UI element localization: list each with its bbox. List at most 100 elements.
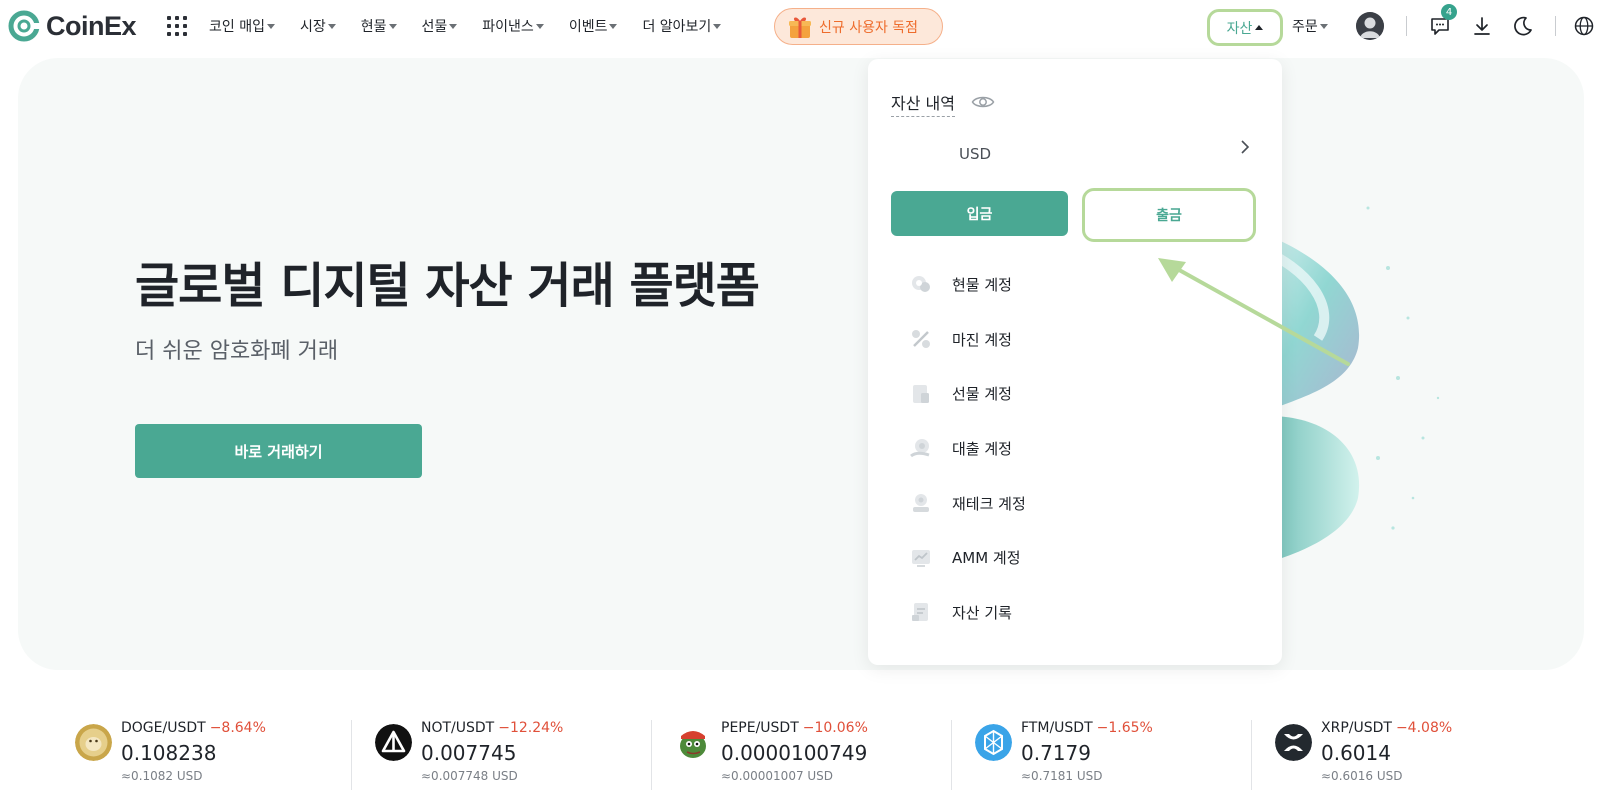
- eye-visibility-icon[interactable]: [971, 93, 995, 111]
- ticker-change: −1.65%: [1096, 720, 1153, 736]
- notification-badge: 4: [1441, 4, 1457, 20]
- nav-item-label: 시장: [299, 19, 326, 35]
- nav-item-more[interactable]: 더 알아보기: [642, 16, 722, 36]
- menu-item-loan-account[interactable]: 대출 계정: [891, 421, 1251, 476]
- ticker-price: 0.0000100749: [721, 741, 868, 765]
- ticker-pair-name: DOGE/USDT: [121, 720, 206, 736]
- ticker-change: −10.06%: [802, 720, 868, 736]
- annotation-arrow-icon: [1158, 258, 1350, 366]
- user-avatar[interactable]: [1356, 12, 1384, 40]
- divider: [1555, 16, 1556, 36]
- ticker-usd-value: ≈0.00001007 USD: [721, 769, 834, 783]
- xrp-icon: [1275, 724, 1312, 761]
- menu-item-futures-account[interactable]: 선물 계정: [891, 366, 1251, 421]
- download-icon[interactable]: [1470, 14, 1494, 38]
- ticker-usd-value: ≈0.1082 USD: [121, 769, 203, 783]
- menu-item-asset-history[interactable]: 자산 기록: [891, 585, 1251, 640]
- pepe-icon: [680, 731, 706, 758]
- main-nav: 코인 매입 시장 현물 선물 파이낸스 이벤트 더 알아보기: [209, 16, 746, 36]
- ftm-icon: [975, 724, 1012, 761]
- caret-down-icon: [609, 23, 618, 29]
- amm-account-icon: [912, 549, 930, 567]
- ticker-price: 0.007745: [421, 741, 517, 765]
- deposit-button[interactable]: 입금: [891, 191, 1068, 236]
- apps-grid-icon[interactable]: [167, 16, 187, 36]
- nav-item-buy-crypto[interactable]: 코인 매입: [209, 16, 275, 36]
- ticker-xrp[interactable]: XRP/USDT −4.08% 0.6014 ≈0.6016 USD: [1275, 700, 1565, 790]
- ticker-change: −4.08%: [1395, 720, 1453, 736]
- hero-subtitle: 더 쉬운 암호화폐 거래: [135, 339, 339, 364]
- assets-menu-button[interactable]: 자산: [1207, 9, 1283, 46]
- orders-label: 주문: [1292, 19, 1318, 35]
- ticker-doge[interactable]: DOGE/USDT −8.64% 0.108238 ≈0.1082 USD: [75, 700, 365, 790]
- nav-item-label: 코인 매입: [209, 19, 265, 35]
- brand-name: CoinEx: [46, 10, 137, 41]
- caret-down-icon: [1319, 23, 1328, 29]
- ticker-ftm[interactable]: FTM/USDT −1.65% 0.7179 ≈0.7181 USD: [975, 700, 1265, 790]
- divider: [651, 720, 652, 790]
- caret-down-icon: [388, 23, 397, 29]
- coinex-logo[interactable]: CoinEx: [8, 10, 137, 42]
- ticker-pair: DOGE/USDT −8.64%: [121, 720, 266, 736]
- ticker-pair: NOT/USDT −12.24%: [421, 720, 563, 736]
- ticker-pepe[interactable]: PEPE/USDT −10.06% 0.0000100749 ≈0.0000100…: [675, 700, 965, 790]
- menu-item-label: 마진 계정: [952, 330, 1012, 349]
- withdraw-button[interactable]: 출금: [1082, 188, 1256, 242]
- nav-item-finance[interactable]: 파이낸스: [482, 16, 544, 36]
- menu-item-finance-account[interactable]: 재테크 계정: [891, 476, 1251, 531]
- nav-item-label: 선물: [421, 19, 448, 35]
- caret-down-icon: [266, 23, 275, 29]
- orders-menu-button[interactable]: 주문: [1292, 16, 1328, 36]
- ticker-pair: PEPE/USDT −10.06%: [721, 720, 868, 736]
- futures-account-icon: [913, 384, 929, 403]
- withdraw-label: 출금: [1156, 208, 1182, 224]
- ticker-price: 0.108238: [121, 741, 217, 765]
- menu-item-label: AMM 계정: [952, 549, 1021, 568]
- ticker-change: −12.24%: [498, 720, 564, 736]
- promo-label: 신규 사용자 독점: [819, 19, 919, 36]
- margin-account-icon: [912, 330, 930, 349]
- language-globe-icon[interactable]: [1572, 14, 1596, 38]
- ticker-not[interactable]: NOT/USDT −12.24% 0.007745 ≈0.007748 USD: [375, 700, 665, 790]
- top-navigation: CoinEx 코인 매입 시장 현물 선물 파이낸스 이벤트 더 알아보기 신규…: [0, 0, 1600, 52]
- ticker-price: 0.7179: [1021, 741, 1091, 765]
- divider: [351, 720, 352, 790]
- menu-item-label: 재테크 계정: [952, 494, 1026, 513]
- menu-item-label: 선물 계정: [952, 385, 1012, 404]
- menu-item-amm-account[interactable]: AMM 계정: [891, 530, 1251, 585]
- caret-down-icon: [713, 23, 722, 29]
- ticker-usd-value: ≈0.6016 USD: [1321, 769, 1403, 783]
- nav-item-markets[interactable]: 시장: [300, 16, 336, 36]
- nav-item-label: 더 알아보기: [642, 19, 712, 35]
- caret-down-icon: [535, 23, 544, 29]
- nav-item-futures[interactable]: 선물: [422, 16, 458, 36]
- chevron-right-icon[interactable]: [1238, 139, 1252, 155]
- doge-icon: [75, 724, 112, 761]
- assets-label: 자산: [1226, 20, 1253, 37]
- divider: [951, 720, 952, 790]
- trade-now-button[interactable]: 바로 거래하기: [135, 424, 422, 478]
- ticker-usd-value: ≈0.007748 USD: [421, 769, 518, 783]
- user-silhouette-icon: [1356, 12, 1384, 40]
- nav-item-spot[interactable]: 현물: [361, 16, 397, 36]
- ticker-strip: DOGE/USDT −8.64% 0.108238 ≈0.1082 USD NOT…: [0, 700, 1600, 800]
- menu-item-label: 현물 계정: [952, 275, 1012, 294]
- caret-down-icon: [327, 23, 336, 29]
- new-user-promo-button[interactable]: 신규 사용자 독점: [774, 8, 943, 45]
- spot-account-icon: [912, 276, 930, 293]
- caret-up-icon: [1255, 25, 1264, 30]
- menu-item-label: 대출 계정: [952, 439, 1012, 458]
- dark-mode-moon-icon[interactable]: [1511, 14, 1535, 38]
- ticker-change: −8.64%: [209, 720, 266, 736]
- nav-item-label: 파이낸스: [482, 19, 534, 35]
- gift-icon: [789, 17, 811, 38]
- nav-item-label: 현물: [360, 19, 387, 35]
- ticker-pair-name: XRP/USDT: [1321, 720, 1392, 736]
- nav-item-events[interactable]: 이벤트: [569, 16, 618, 36]
- ticker-pair-name: FTM/USDT: [1021, 720, 1093, 736]
- asset-overview-title[interactable]: 자산 내역: [891, 90, 955, 117]
- divider: [1406, 16, 1407, 36]
- asset-history-icon: [912, 603, 928, 622]
- ticker-pair-name: NOT/USDT: [421, 720, 495, 736]
- divider: [1251, 720, 1252, 790]
